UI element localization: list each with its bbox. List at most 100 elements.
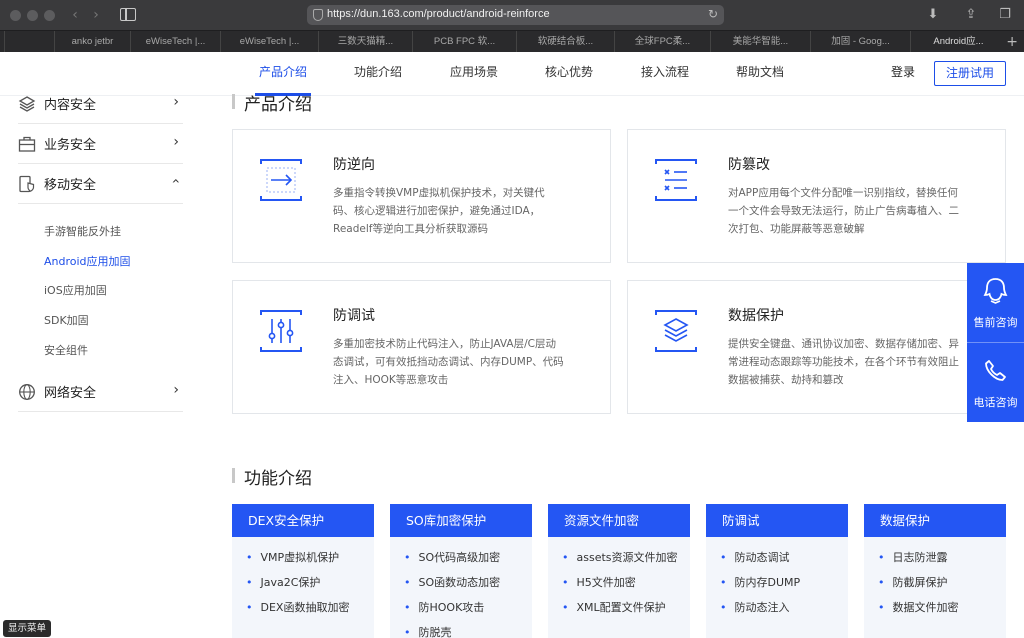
- card-description: 对APP应用每个文件分配唯一识别指纹，替换任何一个文件会导致无法运行，防止广告病…: [728, 187, 959, 235]
- sidebar-toggle-icon[interactable]: [120, 8, 136, 21]
- browser-titlebar: ‹ › https://dun.163.com/product/android-…: [0, 0, 1024, 30]
- feature-column-data: 数据保护 日志防泄露 防截屏保护 数据文件加密: [864, 504, 1006, 638]
- feature-column-resources: 资源文件加密 assets资源文件加密 H5文件加密 XML配置文件保护: [548, 504, 690, 638]
- feature-item: 防截屏保护: [878, 574, 1006, 599]
- feature-column-header: 资源文件加密: [548, 504, 690, 537]
- feature-item: 防HOOK攻击: [404, 599, 532, 624]
- card-anti-reverse: 防逆向 多重指令转换VMP虚拟机保护技术，对关键代码、核心逻辑进行加密保护，避免…: [232, 129, 611, 263]
- checklist-icon: [655, 159, 697, 201]
- chevron-up-icon: ›: [168, 178, 185, 184]
- login-link[interactable]: 登录: [891, 52, 915, 96]
- register-button[interactable]: 注册试用: [934, 61, 1006, 86]
- feature-column-header: 数据保护: [864, 504, 1006, 537]
- feature-item: DEX函数抽取加密: [246, 599, 374, 624]
- menu-business-security[interactable]: 业务安全 ›: [18, 124, 183, 164]
- card-description: 多重加密技术防止代码注入，防止JAVA层/C层动态调试，可有效抵挡动态调试、内存…: [333, 338, 564, 386]
- menu-label: 业务安全: [44, 138, 97, 153]
- maximize-window-icon[interactable]: [44, 10, 55, 21]
- card-anti-debug: 防调试 多重加密技术防止代码注入，防止JAVA层/C层动态调试，可有效抵挡动态调…: [232, 280, 611, 414]
- browser-tab[interactable]: 加固 - Goog...: [810, 31, 910, 53]
- browser-tab[interactable]: 美能华智能...: [710, 31, 810, 53]
- sliders-icon: [260, 310, 302, 352]
- feature-item: 防内存DUMP: [720, 574, 848, 599]
- menu-network-security[interactable]: 网络安全 ›: [18, 372, 183, 412]
- browser-tab[interactable]: 全球FPC柔...: [614, 31, 710, 53]
- chevron-right-icon: ›: [173, 94, 179, 110]
- feature-item: XML配置文件保护: [562, 599, 690, 624]
- chat-bubble-icon: [983, 278, 1008, 304]
- chevron-right-icon: ›: [173, 134, 179, 150]
- feature-item: 数据文件加密: [878, 599, 1006, 624]
- card-description: 提供安全键盘、通讯协议加密、数据存储加密、异常进程动态跟踪等功能技术，在各个环节…: [728, 338, 959, 386]
- feature-item: VMP虚拟机保护: [246, 549, 374, 574]
- menu-label: 内容安全: [44, 98, 97, 113]
- card-anti-tamper: 防篡改 对APP应用每个文件分配唯一识别指纹，替换任何一个文件会导致无法运行，防…: [627, 129, 1006, 263]
- card-title: 防调试: [333, 308, 375, 324]
- address-bar[interactable]: https://dun.163.com/product/android-rein…: [307, 5, 724, 25]
- share-icon[interactable]: ⇪: [960, 6, 982, 24]
- menu-content-security[interactable]: 内容安全 ›: [18, 84, 183, 124]
- feature-item: H5文件加密: [562, 574, 690, 599]
- feature-item: SO函数动态加密: [404, 574, 532, 599]
- menu-mobile-security[interactable]: 移动安全 ›: [18, 164, 185, 204]
- feature-column-header: 防调试: [706, 504, 848, 537]
- browser-tab[interactable]: anko jetbr: [54, 31, 130, 53]
- forward-icon[interactable]: ›: [86, 6, 106, 24]
- minimize-window-icon[interactable]: [27, 10, 38, 21]
- close-window-icon[interactable]: [10, 10, 21, 21]
- download-icon[interactable]: ⬇: [922, 6, 944, 24]
- feature-column-anti-debug: 防调试 防动态调试 防内存DUMP 防动态注入: [706, 504, 848, 638]
- tab-overview-icon[interactable]: ❐: [994, 6, 1016, 24]
- section-title-product: 产品介绍: [232, 90, 312, 115]
- sub-item-ios-reinforce[interactable]: iOS应用加固: [44, 282, 107, 298]
- feature-column-header: DEX安全保护: [232, 504, 374, 537]
- back-icon[interactable]: ‹: [65, 6, 85, 24]
- nav-scenarios[interactable]: 应用场景: [450, 52, 498, 96]
- browser-tab-active[interactable]: Android应...: [910, 31, 1006, 53]
- sub-item-security-components[interactable]: 安全组件: [44, 342, 88, 358]
- phone-consult-button[interactable]: 电话咨询: [967, 343, 1024, 422]
- card-data-protection: 数据保护 提供安全键盘、通讯协议加密、数据存储加密、异常进程动态跟踪等功能技术，…: [627, 280, 1006, 414]
- browser-tab[interactable]: eWiseTech |...: [130, 31, 220, 53]
- globe-icon: [19, 384, 35, 400]
- privacy-shield-icon: [313, 9, 323, 21]
- sub-item-android-reinforce[interactable]: Android应用加固: [44, 253, 131, 269]
- feature-item: 防动态注入: [720, 599, 848, 624]
- feature-item: 日志防泄露: [878, 549, 1006, 574]
- phone-label: 电话咨询: [973, 396, 1018, 409]
- mobile-shield-icon: [19, 175, 35, 193]
- browser-tab[interactable]: PCB FPC 软...: [412, 31, 516, 53]
- chevron-right-icon: ›: [173, 382, 179, 398]
- browser-tab[interactable]: [4, 31, 54, 53]
- presale-consult-button[interactable]: 售前咨询: [967, 263, 1024, 342]
- feature-item: assets资源文件加密: [562, 549, 690, 574]
- briefcase-icon: [18, 136, 36, 152]
- new-tab-icon[interactable]: +: [1006, 31, 1018, 53]
- show-menu-button[interactable]: 显示菜单: [3, 620, 52, 637]
- card-title: 防逆向: [333, 157, 375, 173]
- card-title: 数据保护: [728, 308, 784, 324]
- nav-help-docs[interactable]: 帮助文档: [736, 52, 784, 96]
- feature-item: 防动态调试: [720, 549, 848, 574]
- tab-bar: anko jetbr eWiseTech |... eWiseTech |...…: [0, 30, 1024, 53]
- nav-access-flow[interactable]: 接入流程: [641, 52, 689, 96]
- sub-item-game-anticheat[interactable]: 手游智能反外挂: [44, 223, 121, 239]
- browser-tab[interactable]: 三数天猫精...: [318, 31, 412, 53]
- browser-tab[interactable]: eWiseTech |...: [220, 31, 318, 53]
- menu-label: 网络安全: [44, 386, 97, 401]
- reverse-arrow-icon: [260, 159, 302, 201]
- url-text: https://dun.163.com/product/android-rein…: [327, 8, 550, 20]
- layers-icon: [655, 310, 697, 352]
- sub-item-sdk-reinforce[interactable]: SDK加固: [44, 312, 89, 328]
- nav-features[interactable]: 功能介绍: [354, 52, 402, 96]
- feature-column-so: SO库加密保护 SO代码高级加密 SO函数动态加密 防HOOK攻击 防脱壳: [390, 504, 532, 638]
- nav-advantages[interactable]: 核心优势: [545, 52, 593, 96]
- feature-item: SO代码高级加密: [404, 549, 532, 574]
- feature-column-dex: DEX安全保护 VMP虚拟机保护 Java2C保护 DEX函数抽取加密: [232, 504, 374, 638]
- phone-icon: [985, 360, 1006, 381]
- presale-label: 售前咨询: [973, 316, 1018, 329]
- feature-item: Java2C保护: [246, 574, 374, 599]
- reload-icon[interactable]: ↻: [708, 7, 718, 21]
- feature-item: 防脱壳: [404, 624, 532, 638]
- browser-tab[interactable]: 软硬结合板...: [516, 31, 614, 53]
